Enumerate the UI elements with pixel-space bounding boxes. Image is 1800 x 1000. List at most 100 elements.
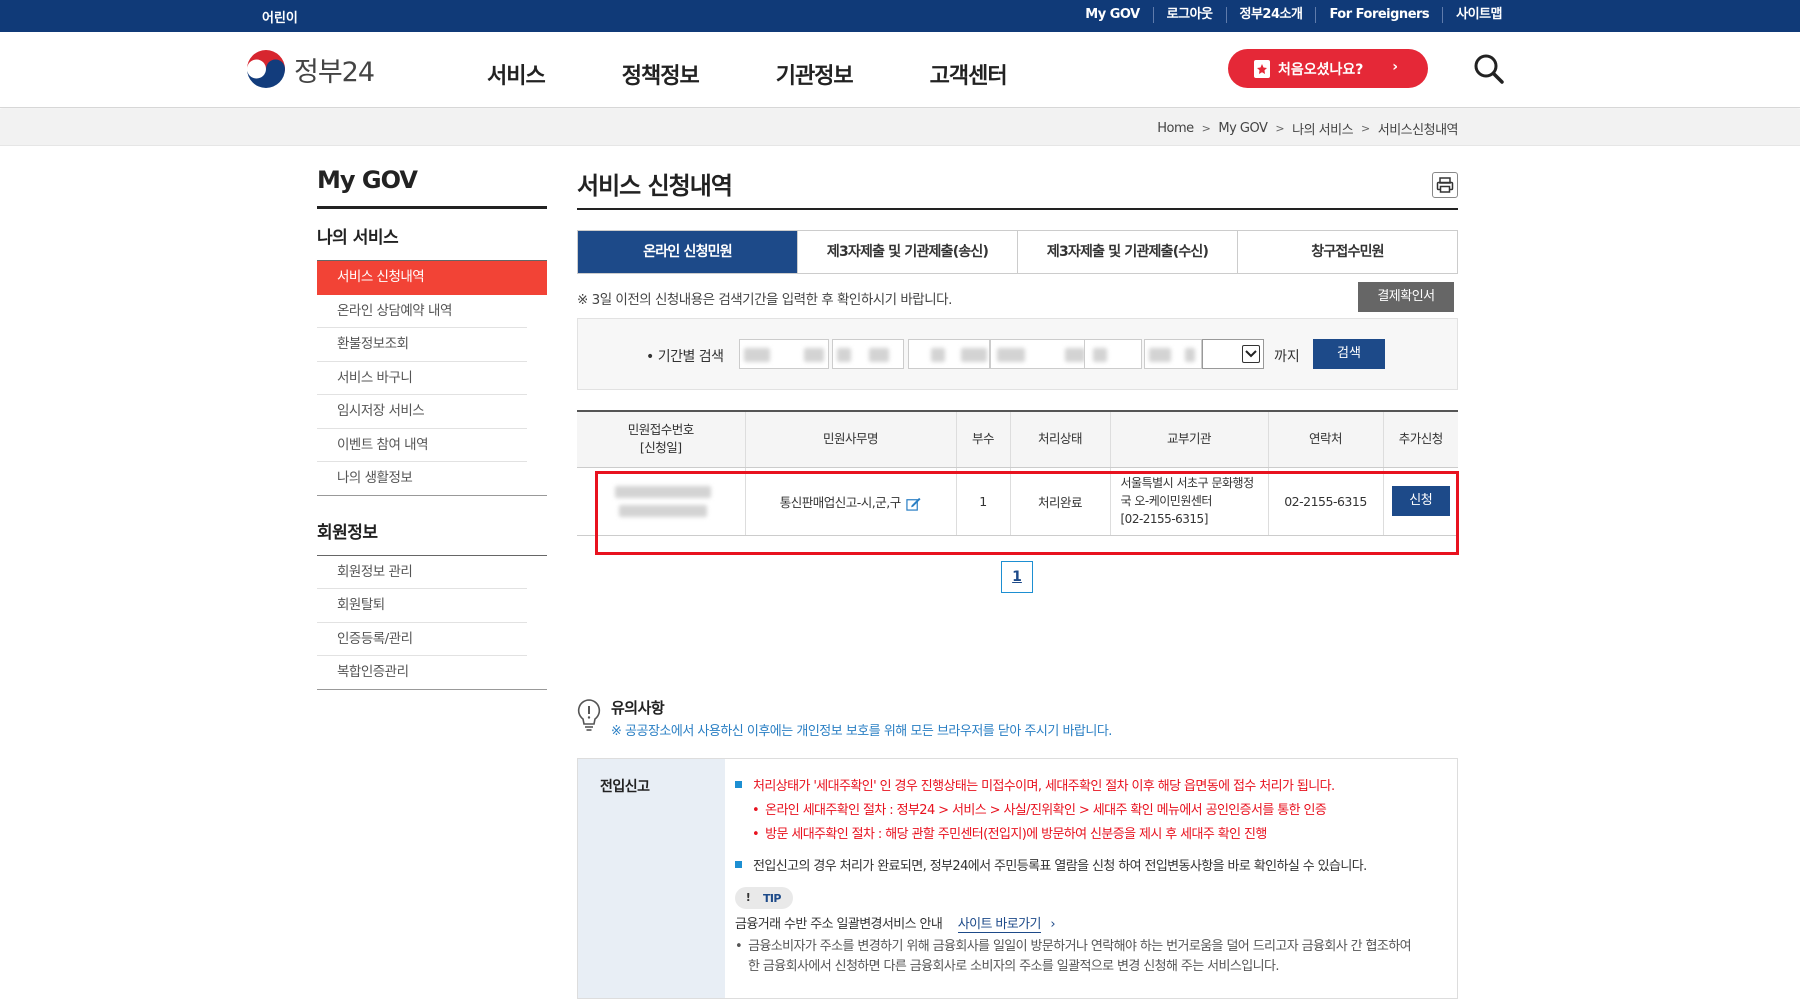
col-receipt-number: 민원접수번호 [신청일] (577, 411, 746, 468)
info-body: 처리상태가 '세대주확인' 인 경우 진행상태는 미접수이며, 세대주확인 절차… (735, 779, 1412, 974)
foreigners-link[interactable]: For Foreigners (1315, 7, 1442, 23)
search-button[interactable] (1472, 52, 1506, 86)
caution-title: 유의사항 (611, 699, 665, 717)
payment-confirmation-button[interactable]: 결제확인서 (1358, 282, 1454, 312)
contact-cell: 02-2155-6315 (1268, 467, 1384, 536)
chevron-right-icon: > (1361, 122, 1370, 135)
end-month-input[interactable] (1084, 339, 1142, 369)
caution-text: ※ 공공장소에서 사용하신 이후에는 개인정보 보호를 위해 모든 브라우저를 … (611, 724, 1112, 739)
exclamation-icon: ! (745, 891, 751, 904)
page-title: 서비스 신청내역 (577, 166, 1458, 210)
printer-icon (1436, 177, 1454, 193)
tab-counter-application[interactable]: 창구접수민원 (1238, 231, 1458, 273)
tip-label: TIP (763, 891, 781, 905)
sitemap-link[interactable]: 사이트맵 (1442, 7, 1515, 23)
tab-third-party-sent[interactable]: 제3자제출 및 기관제출(송신) (798, 231, 1018, 273)
sidebar-item-multi-cert[interactable]: 복합인증관리 (317, 656, 547, 690)
print-button[interactable] (1432, 172, 1458, 198)
tip-badge: ! TIP (735, 887, 793, 909)
sidebar-item-refund[interactable]: 환불정보조회 (317, 328, 527, 362)
period-search-box: • 기간별 검색 까지 검색 (577, 318, 1458, 390)
logo[interactable]: 정부24 (246, 49, 375, 89)
logout-link[interactable]: 로그아웃 (1152, 7, 1226, 23)
nav-agency[interactable]: 기관정보 (776, 58, 854, 90)
move-in-info-table: 전입신고 처리상태가 '세대주확인' 인 경우 진행상태는 미접수이며, 세대주… (577, 758, 1458, 999)
sidebar-item-withdraw[interactable]: 회원탈퇴 (317, 589, 527, 623)
copies-cell: 1 (956, 467, 1011, 536)
chevron-right-icon: › (1050, 917, 1056, 932)
day-select[interactable] (1202, 339, 1264, 369)
breadcrumb-current: 서비스신청내역 (1377, 123, 1459, 138)
info-heading: 전입신고 (578, 759, 725, 998)
agency-line-2: 국 오-케이민원센터 (1120, 494, 1213, 508)
nav-support[interactable]: 고객센터 (930, 58, 1008, 90)
sidebar-item-cert-manage[interactable]: 인증등록/관리 (317, 623, 527, 656)
about-link[interactable]: 정부24소개 (1225, 7, 1316, 23)
sidebar-item-life-info[interactable]: 나의 생활정보 (317, 462, 547, 496)
tab-third-party-received[interactable]: 제3자제출 및 기관제출(수신) (1018, 231, 1238, 273)
bookmark-icon (1254, 59, 1270, 78)
col-status: 처리상태 (1010, 411, 1111, 468)
start-month-input[interactable] (832, 339, 904, 369)
nav-services[interactable]: 서비스 (487, 58, 546, 90)
period-search-button[interactable]: 검색 (1313, 339, 1385, 369)
chevron-right-icon: > (1201, 122, 1211, 135)
sidebar-item-temp-saved[interactable]: 임시저장 서비스 (317, 395, 527, 429)
col-service-name: 민원사무명 (745, 411, 957, 468)
sidebar-item-consult-reservation[interactable]: 온라인 상담예약 내역 (317, 295, 527, 328)
main-nav: 서비스 정책정보 기관정보 고객센터 (487, 58, 1084, 90)
lightbulb-icon (577, 699, 601, 731)
chevron-down-icon (1242, 345, 1260, 363)
issuing-agency-cell: 서울특별시 서초구 문화행정 국 오-케이민원센터 [02-2155-6315] (1110, 467, 1269, 536)
service-name-link[interactable]: 통신판매업신고-시,군,구 (780, 495, 901, 510)
sidebar-item-member-manage[interactable]: 회원정보 관리 (317, 556, 527, 589)
start-day-input[interactable] (908, 339, 990, 369)
site-shortcut-link[interactable]: 사이트 바로가기 (957, 917, 1041, 933)
search-icon (1474, 54, 1504, 84)
sidebar-item-service-history[interactable]: 서비스 신청내역 (317, 261, 547, 295)
finance-desc-2: 한 금융회사에서 신청하면 다른 금융회사로 소비자의 주소를 일괄적으로 변경… (748, 959, 1279, 974)
sidebar-item-basket[interactable]: 서비스 바구니 (317, 362, 527, 395)
breadcrumb-myservice[interactable]: 나의 서비스 (1292, 119, 1353, 138)
kids-link[interactable]: 어린이 (262, 7, 298, 26)
col-issuing-agency: 교부기관 (1110, 411, 1269, 468)
sidebar: My GOV 나의 서비스 서비스 신청내역 온라인 상담예약 내역 환불정보조… (317, 166, 547, 690)
end-year-input[interactable] (990, 339, 1092, 369)
tab-list: 온라인 신청민원 제3자제출 및 기관제출(송신) 제3자제출 및 기관제출(수… (577, 230, 1458, 274)
finance-service-label: 금융거래 수반 주소 일괄변경서비스 안내 (735, 917, 943, 932)
table-row: 통신판매업신고-시,군,구 1 처리완료 서울특별시 서초구 문화행정 국 오-… (577, 467, 1458, 536)
sidebar-title: My GOV (317, 166, 547, 209)
end-day-input[interactable] (1144, 339, 1202, 369)
start-year-input[interactable] (739, 339, 829, 369)
page-1-button[interactable]: 1 (1001, 561, 1033, 593)
period-search-label: • 기간별 검색 (646, 349, 724, 365)
logo-text: 정부24 (294, 56, 375, 88)
col-copies: 부수 (956, 411, 1011, 468)
first-visit-label: 처음오셨나요? (1278, 61, 1364, 78)
service-name-cell: 통신판매업신고-시,군,구 (745, 467, 957, 536)
edit-icon[interactable] (906, 496, 921, 511)
tab-online-application[interactable]: 온라인 신청민원 (578, 231, 798, 273)
chevron-right-icon: > (1275, 122, 1285, 135)
agency-line-1: 서울특별시 서초구 문화행정 (1120, 476, 1255, 490)
apply-button[interactable]: 신청 (1391, 486, 1450, 516)
breadcrumb: Home > My GOV > 나의 서비스 > 서비스신청내역 (1157, 119, 1458, 138)
nav-policy[interactable]: 정책정보 (622, 58, 700, 90)
period-notice: ※ 3일 이전의 신청내용은 검색기간을 입력한 후 확인하시기 바랍니다. (577, 292, 952, 308)
location-bar: Home > My GOV > 나의 서비스 > 서비스신청내역 (0, 109, 1800, 146)
breadcrumb-mygov[interactable]: My GOV (1218, 121, 1268, 136)
breadcrumb-home[interactable]: Home (1157, 121, 1194, 136)
first-visit-button[interactable]: 처음오셨나요? › (1228, 49, 1428, 88)
finance-desc-1: 금융소비자가 주소를 변경하기 위해 금융회사를 일일이 방문하거나 연락해야 … (748, 939, 1412, 954)
col-contact: 연락처 (1268, 411, 1384, 468)
header: 정부24 서비스 정책정보 기관정보 고객센터 처음오셨나요? › (0, 32, 1800, 108)
utility-bar: 어린이 My GOV 로그아웃 정부24소개 For Foreigners 사이… (0, 0, 1800, 32)
additional-request-cell: 신청 (1383, 467, 1458, 536)
info-line-1a: 온라인 세대주확인 절차 : 정부24 > 서비스 > 사실/진위확인 > 세대… (765, 803, 1327, 818)
mygov-link[interactable]: My GOV (1072, 7, 1152, 23)
col-additional-request: 추가신청 (1383, 411, 1458, 468)
until-label: 까지 (1274, 349, 1300, 365)
sidebar-group-my-service: 나의 서비스 (317, 209, 547, 261)
sidebar-item-events[interactable]: 이벤트 참여 내역 (317, 429, 527, 462)
info-line-2: 전입신고의 경우 처리가 완료되면, 정부24에서 주민등록표 열람을 신청 하… (753, 859, 1367, 874)
